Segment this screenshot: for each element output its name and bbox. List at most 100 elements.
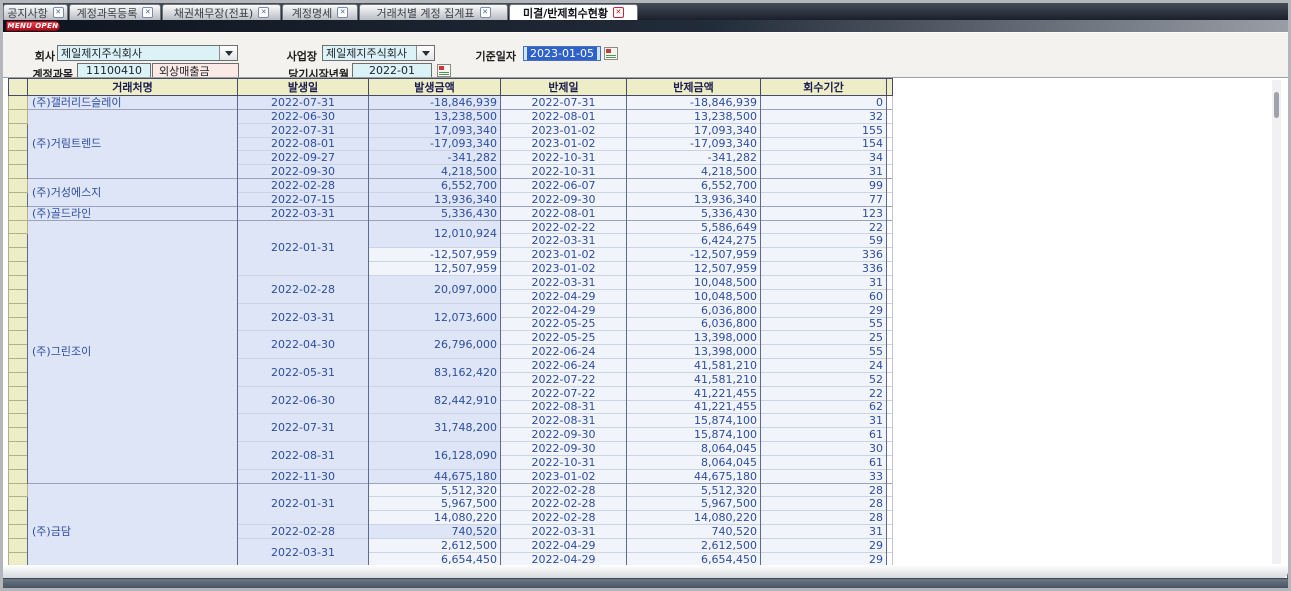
occur-date-cell[interactable]: 2022-07-31 xyxy=(238,96,369,110)
row-selector[interactable] xyxy=(9,414,28,428)
occur-date-cell[interactable]: 2022-03-31 xyxy=(238,539,369,566)
settle-date-cell[interactable]: 2022-02-28 xyxy=(501,497,627,511)
settle-date-cell[interactable]: 2022-08-01 xyxy=(501,206,627,220)
collect-days-cell[interactable]: 61 xyxy=(761,455,887,469)
occur-date-cell[interactable]: 2022-05-31 xyxy=(238,359,369,387)
occur-amount-cell[interactable]: 14,080,220 xyxy=(369,511,501,525)
calendar-icon[interactable] xyxy=(604,47,618,60)
account-name-input[interactable]: 외상매출금 xyxy=(152,63,239,78)
row-selector[interactable] xyxy=(9,109,28,123)
settle-date-cell[interactable]: 2022-09-30 xyxy=(501,442,627,456)
settle-amount-cell[interactable]: 41,221,455 xyxy=(627,386,761,400)
settle-date-cell[interactable]: 2022-10-31 xyxy=(501,165,627,179)
collect-days-cell[interactable]: 24 xyxy=(761,359,887,373)
collect-days-cell[interactable]: 33 xyxy=(761,469,887,483)
occur-date-cell[interactable]: 2022-07-31 xyxy=(238,414,369,442)
settle-amount-cell[interactable]: 41,581,210 xyxy=(627,359,761,373)
occur-amount-cell[interactable]: 17,093,340 xyxy=(369,123,501,137)
row-selector[interactable] xyxy=(9,234,28,248)
occur-date-cell[interactable]: 2022-02-28 xyxy=(238,525,369,539)
settle-date-cell[interactable]: 2022-07-22 xyxy=(501,372,627,386)
settle-amount-cell[interactable]: 44,675,180 xyxy=(627,469,761,483)
customer-name-cell[interactable]: (주)갤러리드슬레이 xyxy=(28,96,238,110)
settle-date-cell[interactable]: 2022-08-01 xyxy=(501,109,627,123)
settle-date-cell[interactable]: 2022-03-31 xyxy=(501,525,627,539)
settle-amount-cell[interactable]: 15,874,100 xyxy=(627,428,761,442)
occur-amount-cell[interactable]: 6,654,450 xyxy=(369,552,501,565)
occur-date-cell[interactable]: 2022-03-31 xyxy=(238,303,369,331)
tab-close-icon[interactable]: ✕ xyxy=(480,7,491,18)
account-code-input[interactable]: 11100410 xyxy=(77,63,151,78)
collect-days-cell[interactable]: 155 xyxy=(761,123,887,137)
settle-amount-cell[interactable]: 41,221,455 xyxy=(627,400,761,414)
collect-days-cell[interactable]: 55 xyxy=(761,345,887,359)
tab-notices[interactable]: 공지사항 ✕ xyxy=(3,4,68,20)
row-selector[interactable] xyxy=(9,123,28,137)
collect-days-cell[interactable]: 52 xyxy=(761,372,887,386)
row-selector[interactable] xyxy=(9,220,28,234)
occur-date-cell[interactable]: 2022-07-31 xyxy=(238,123,369,137)
row-selector[interactable] xyxy=(9,511,28,525)
settle-amount-cell[interactable]: 17,093,340 xyxy=(627,123,761,137)
row-selector[interactable] xyxy=(9,372,28,386)
settle-date-cell[interactable]: 2023-01-02 xyxy=(501,248,627,262)
occur-amount-cell[interactable]: 12,073,600 xyxy=(369,303,501,331)
settle-date-cell[interactable]: 2022-07-22 xyxy=(501,386,627,400)
settle-date-cell[interactable]: 2022-04-29 xyxy=(501,539,627,553)
settle-date-cell[interactable]: 2023-01-02 xyxy=(501,469,627,483)
settle-amount-cell[interactable]: 41,581,210 xyxy=(627,372,761,386)
row-selector[interactable] xyxy=(9,248,28,262)
row-selector[interactable] xyxy=(9,289,28,303)
occur-date-cell[interactable]: 2022-01-31 xyxy=(238,483,369,525)
occur-date-cell[interactable]: 2022-06-30 xyxy=(238,386,369,414)
collect-days-cell[interactable]: 29 xyxy=(761,303,887,317)
settle-date-cell[interactable]: 2022-04-29 xyxy=(501,303,627,317)
collect-days-cell[interactable]: 31 xyxy=(761,275,887,289)
customer-name-cell[interactable]: (주)금담 xyxy=(28,483,238,565)
tab-close-icon[interactable]: ✕ xyxy=(142,7,153,18)
collect-days-cell[interactable]: 29 xyxy=(761,552,887,565)
row-selector[interactable] xyxy=(9,359,28,373)
occur-amount-cell[interactable]: 5,512,320 xyxy=(369,483,501,497)
settle-date-cell[interactable]: 2022-09-30 xyxy=(501,192,627,206)
settle-date-cell[interactable]: 2022-09-30 xyxy=(501,428,627,442)
collect-days-cell[interactable]: 34 xyxy=(761,151,887,165)
occur-date-cell[interactable]: 2022-08-01 xyxy=(238,137,369,151)
occur-date-cell[interactable]: 2022-11-30 xyxy=(238,469,369,483)
occur-amount-cell[interactable]: 5,336,430 xyxy=(369,206,501,220)
settle-amount-cell[interactable]: 6,036,800 xyxy=(627,317,761,331)
collect-days-cell[interactable]: 31 xyxy=(761,414,887,428)
row-selector[interactable] xyxy=(9,137,28,151)
row-selector[interactable] xyxy=(9,400,28,414)
tab-close-icon[interactable]: ✕ xyxy=(613,7,624,18)
settle-date-cell[interactable]: 2022-07-31 xyxy=(501,96,627,110)
collect-days-cell[interactable]: 28 xyxy=(761,511,887,525)
settle-date-cell[interactable]: 2023-01-02 xyxy=(501,123,627,137)
occur-amount-cell[interactable]: 4,218,500 xyxy=(369,165,501,179)
row-selector[interactable] xyxy=(9,165,28,179)
row-selector[interactable] xyxy=(9,442,28,456)
settle-date-cell[interactable]: 2022-03-31 xyxy=(501,275,627,289)
occur-date-cell[interactable]: 2022-02-28 xyxy=(238,275,369,303)
collect-days-cell[interactable]: 31 xyxy=(761,525,887,539)
collect-days-cell[interactable]: 32 xyxy=(761,109,887,123)
occur-date-cell[interactable]: 2022-08-31 xyxy=(238,442,369,470)
occur-amount-cell[interactable]: 13,936,340 xyxy=(369,192,501,206)
settle-amount-cell[interactable]: 15,874,100 xyxy=(627,414,761,428)
settle-amount-cell[interactable]: 10,048,500 xyxy=(627,289,761,303)
occur-date-cell[interactable]: 2022-07-15 xyxy=(238,192,369,206)
settle-date-cell[interactable]: 2022-08-31 xyxy=(501,400,627,414)
collect-days-cell[interactable]: 99 xyxy=(761,179,887,193)
collect-days-cell[interactable]: 28 xyxy=(761,483,887,497)
tab-close-icon[interactable]: ✕ xyxy=(337,7,348,18)
settle-date-cell[interactable]: 2022-10-31 xyxy=(501,151,627,165)
occur-amount-cell[interactable]: 20,097,000 xyxy=(369,275,501,303)
settle-date-cell[interactable]: 2022-05-25 xyxy=(501,331,627,345)
settle-amount-cell[interactable]: 13,238,500 xyxy=(627,109,761,123)
collect-days-cell[interactable]: 123 xyxy=(761,206,887,220)
horizontal-scroll-strip[interactable] xyxy=(3,565,1288,578)
calendar-icon[interactable] xyxy=(437,64,451,77)
collect-days-cell[interactable]: 25 xyxy=(761,331,887,345)
occur-date-cell[interactable]: 2022-01-31 xyxy=(238,220,369,275)
occur-amount-cell[interactable]: 13,238,500 xyxy=(369,109,501,123)
